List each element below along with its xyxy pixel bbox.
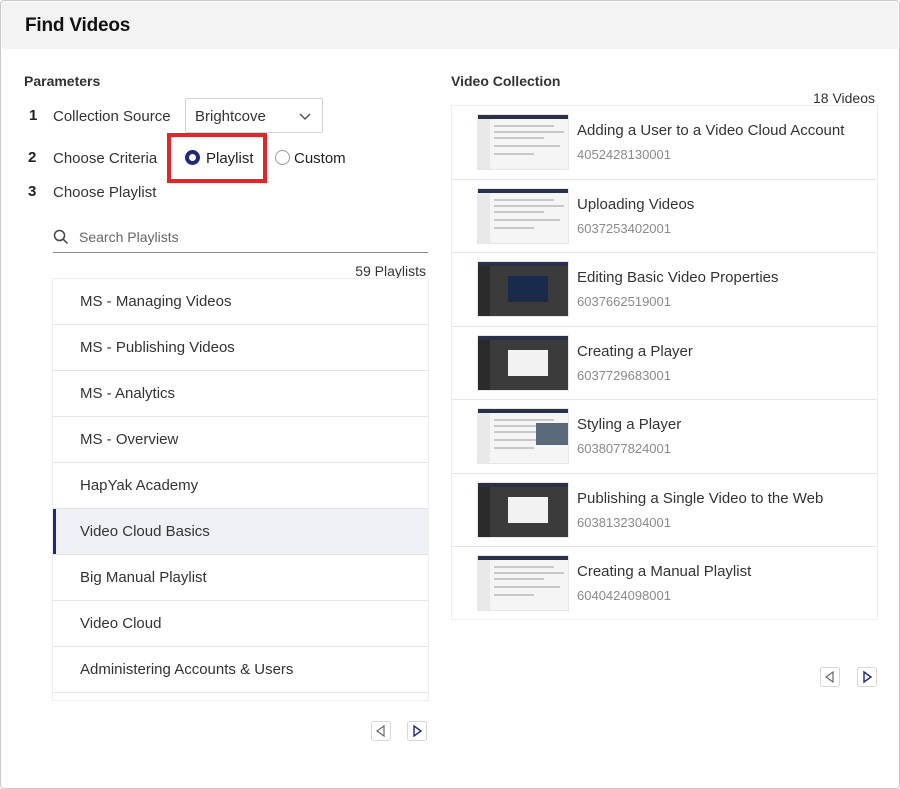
playlist-item-label: MS - Analytics [80, 385, 176, 402]
video-title: Uploading Videos [577, 195, 695, 213]
playlist-count: 59 Playlists [355, 263, 426, 279]
video-next-icon[interactable] [857, 667, 877, 687]
playlist-item[interactable]: Video Cloud Basics [53, 509, 428, 555]
step-1-label: Collection Source [53, 108, 171, 125]
playlist-item[interactable]: MS - Publishing Videos [53, 325, 428, 371]
video-list: Adding a User to a Video Cloud Account 40… [452, 106, 877, 619]
playlist-item[interactable]: MS - Analytics [53, 371, 428, 417]
video-item[interactable]: Creating a Player 6037729683001 [452, 327, 877, 400]
playlist-item-label: Administering Accounts & Users [80, 661, 294, 678]
playlist-search [53, 223, 428, 253]
video-thumbnail [477, 114, 569, 170]
video-item[interactable]: Uploading Videos 6037253402001 [452, 180, 877, 253]
playlist-item-label: MS - Publishing Videos [80, 339, 235, 356]
step-3-label: Choose Playlist [53, 184, 157, 201]
video-thumbnail [477, 408, 569, 464]
video-title: Creating a Player [577, 342, 693, 360]
step-2-number: 2 [28, 149, 37, 166]
search-playlists-input[interactable] [79, 226, 419, 248]
video-count: 18 Videos [812, 90, 875, 106]
playlist-item-label: MS - Overview [80, 431, 179, 448]
collection-source-value: Brightcove [195, 108, 266, 125]
video-id: 6037729683001 [577, 367, 671, 383]
custom-radio-label[interactable]: Custom [294, 150, 346, 167]
playlist-prev-icon[interactable] [371, 721, 391, 741]
parameters-title: Parameters [24, 73, 101, 89]
video-id: 6037253402001 [577, 220, 671, 236]
playlist-item[interactable]: Administering Accounts & Users [53, 647, 428, 693]
step-1-number: 1 [29, 107, 38, 124]
playlist-item[interactable]: MS - Managing Videos [53, 279, 428, 325]
playlist-item[interactable]: MS - Overview [53, 417, 428, 463]
video-id: 6038077824001 [577, 441, 671, 456]
video-collection-title: Video Collection [451, 73, 561, 89]
step-3-number: 3 [28, 183, 37, 200]
video-thumbnail [477, 261, 569, 317]
playlist-list: MS - Managing Videos MS - Publishing Vide… [53, 279, 428, 700]
video-thumbnail [477, 334, 569, 391]
playlist-item[interactable]: Big Manual Playlist [53, 555, 428, 601]
video-title: Editing Basic Video Properties [577, 269, 779, 286]
video-item[interactable]: Creating a Manual Playlist 6040424098001 [452, 547, 877, 619]
playlist-radio-label[interactable]: Playlist [206, 150, 254, 167]
panel-header: Find Videos [2, 2, 898, 49]
playlist-radio[interactable] [185, 150, 200, 165]
video-item[interactable]: Adding a User to a Video Cloud Account 40… [452, 106, 877, 180]
video-item[interactable]: Styling a Player 6038077824001 [452, 400, 877, 474]
video-thumbnail [477, 187, 569, 244]
video-title: Adding a User to a Video Cloud Account [577, 122, 845, 139]
video-id: 6040424098001 [577, 588, 671, 603]
playlist-next-icon[interactable] [407, 721, 427, 741]
playlist-item-label: Video Cloud [80, 615, 162, 632]
video-id: 6038132304001 [577, 514, 671, 530]
video-thumbnail [477, 481, 569, 538]
video-title: Creating a Manual Playlist [577, 563, 752, 580]
video-id: 4052428130001 [577, 147, 671, 162]
playlist-item[interactable]: HapYak Academy [53, 463, 428, 509]
playlist-item-label: Video Cloud Basics [80, 523, 210, 540]
video-thumbnail [477, 555, 569, 611]
video-title: Styling a Player [577, 416, 682, 433]
search-icon [53, 229, 69, 245]
chevron-down-icon [299, 113, 311, 121]
collection-source-select[interactable]: Brightcove [185, 98, 323, 133]
video-prev-icon[interactable] [820, 667, 840, 687]
playlist-item[interactable]: Video Cloud [53, 601, 428, 647]
custom-radio[interactable] [275, 150, 290, 165]
page-title: Find Videos [25, 15, 131, 36]
playlist-item-label: HapYak Academy [80, 477, 199, 494]
video-item[interactable]: Publishing a Single Video to the Web 6038… [452, 474, 877, 547]
find-videos-panel: Find Videos Parameters 1 Collection Sour… [0, 0, 900, 789]
step-2-label: Choose Criteria [53, 150, 158, 167]
video-id: 6037662519001 [577, 294, 671, 309]
video-title: Publishing a Single Video to the Web [577, 489, 824, 507]
video-item[interactable]: Editing Basic Video Properties 6037662519… [452, 253, 877, 327]
playlist-item-label: MS - Managing Videos [80, 293, 232, 310]
playlist-item-label: Big Manual Playlist [80, 569, 207, 586]
